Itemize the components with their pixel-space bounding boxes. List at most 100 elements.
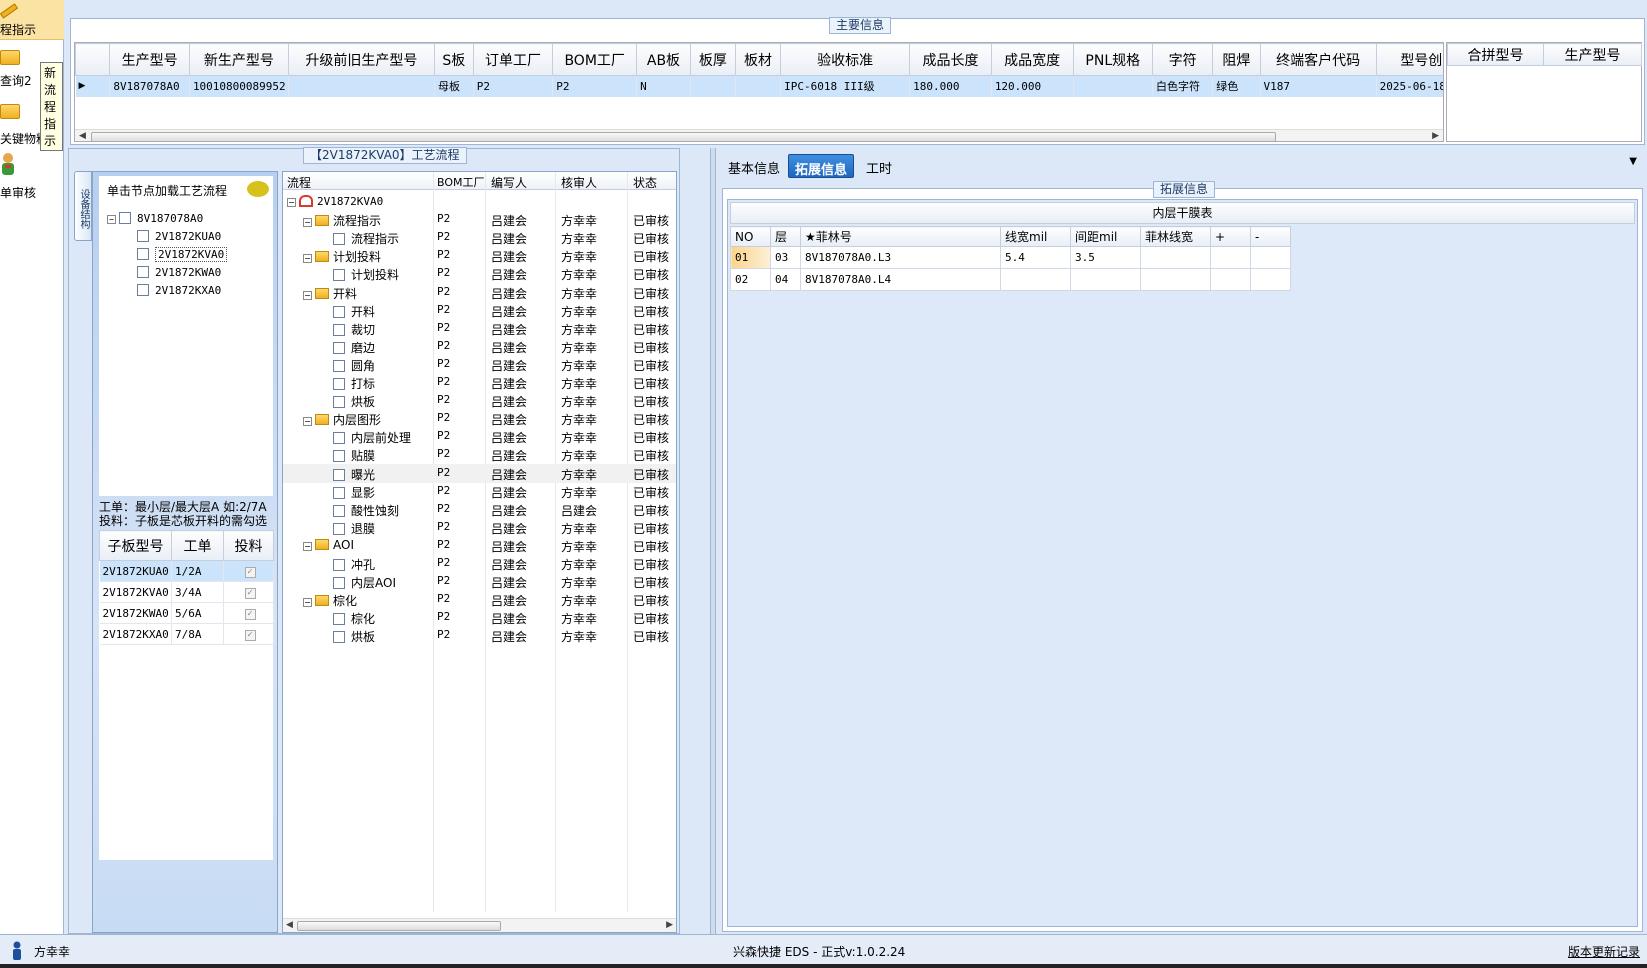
flow-node[interactable]: 显影 bbox=[333, 484, 375, 501]
tab-basic-info[interactable]: 基本信息 bbox=[722, 154, 786, 178]
scroll-thumb[interactable] bbox=[91, 132, 1276, 141]
flow-row[interactable]: − 棕化 P2 吕建会 方幸幸 已审核 bbox=[283, 590, 676, 609]
table-row[interactable]: 2V1872KWA0 5/6A ✓ bbox=[99, 602, 274, 624]
flow-row[interactable]: − AOI P2 吕建会 方幸幸 已审核 bbox=[283, 536, 676, 555]
table-cell[interactable]: 2025-06-18 12:02:18 bbox=[1376, 75, 1443, 97]
table-cell[interactable]: 绿色 bbox=[1212, 75, 1261, 97]
table-cell[interactable]: P2 bbox=[473, 75, 554, 97]
merge-column-header[interactable]: 合拼型号 bbox=[1447, 43, 1544, 66]
process-flow-tree[interactable]: 流程 BOM工厂 编写人 核审人 状态 −2V1872KVA0− 流程指示 P2 吕建… bbox=[282, 171, 677, 933]
flow-node[interactable]: 磨边 bbox=[333, 339, 375, 356]
collapse-icon[interactable]: − bbox=[107, 215, 116, 224]
flow-row[interactable]: 圆角 P2 吕建会 方幸幸 已审核 bbox=[283, 355, 676, 374]
column-header[interactable]: 板厚 bbox=[689, 43, 736, 76]
table-cell[interactable] bbox=[1210, 246, 1251, 269]
flow-row[interactable]: 烘板 P2 吕建会 方幸幸 已审核 bbox=[283, 626, 676, 645]
column-header[interactable]: 终端客户代码 bbox=[1259, 43, 1377, 76]
column-header[interactable]: 板材 bbox=[734, 43, 782, 76]
collapse-icon[interactable]: − bbox=[303, 218, 312, 228]
tree-node-selected[interactable]: 2V1872KVA0 bbox=[137, 247, 228, 262]
column-header[interactable]: 成品宽度 bbox=[990, 43, 1074, 76]
flow-node[interactable]: 流程指示 bbox=[333, 230, 399, 247]
table-cell[interactable]: P2 bbox=[552, 75, 638, 97]
flow-node[interactable]: 贴膜 bbox=[333, 447, 375, 464]
flow-row[interactable]: 曝光 P2 吕建会 方幸幸 已审核 bbox=[283, 463, 676, 483]
column-header[interactable]: 订单工厂 bbox=[472, 43, 554, 76]
flow-column-header[interactable]: 核审人 bbox=[561, 174, 597, 191]
table-cell[interactable] bbox=[1210, 268, 1251, 291]
scroll-left-icon[interactable]: ◀ bbox=[286, 920, 293, 930]
table-cell[interactable]: 10010800089952 bbox=[189, 75, 289, 97]
scroll-right-icon[interactable]: ▶ bbox=[1432, 131, 1439, 141]
column-header[interactable]: 工单 bbox=[171, 530, 224, 561]
table-cell[interactable] bbox=[1140, 246, 1211, 269]
flow-row[interactable]: 计划投料 P2 吕建会 方幸幸 已审核 bbox=[283, 264, 676, 283]
flow-node[interactable]: 棕化 bbox=[333, 610, 375, 627]
table-cell[interactable]: 7/8A bbox=[171, 623, 224, 645]
horizontal-scrollbar[interactable]: ◀ ▶ bbox=[283, 918, 676, 932]
collapse-icon[interactable]: − bbox=[303, 254, 312, 264]
flow-node[interactable]: 裁切 bbox=[333, 321, 375, 338]
table-cell[interactable]: 3/4A bbox=[171, 581, 224, 603]
checkbox-check-icon[interactable]: ✓ bbox=[244, 588, 256, 599]
side-tab[interactable]: 设备结构 bbox=[74, 171, 92, 241]
collapse-icon[interactable]: − bbox=[303, 290, 312, 300]
model-tree[interactable]: − 8V187078A0 2V1872KUA0 2V1872KVA0 2V1872… bbox=[99, 206, 273, 496]
table-cell[interactable]: 2V1872KVA0 bbox=[99, 581, 172, 603]
inner-dry-film-grid[interactable]: NO 层 ★菲林号 线宽mil 间距mil 菲林线宽 + - 01 03 8V187078A0.L… bbox=[730, 226, 1291, 291]
table-row[interactable]: ▶ 8V187078A0 10010800089952 母板 P2 P2 N IPC-6018… bbox=[75, 75, 1443, 97]
table-cell[interactable]: 04 bbox=[770, 268, 801, 291]
table-row[interactable]: 2V1872KVA0 3/4A ✓ bbox=[99, 581, 274, 603]
tree-node[interactable]: 2V1872KXA0 bbox=[137, 284, 221, 297]
flow-row[interactable]: 贴膜 P2 吕建会 方幸幸 已审核 bbox=[283, 445, 676, 464]
tree-node[interactable]: 2V1872KUA0 bbox=[137, 230, 221, 243]
scroll-right-icon[interactable]: ▶ bbox=[666, 920, 673, 930]
flow-node[interactable]: 计划投料 bbox=[333, 266, 399, 283]
flow-node[interactable]: 打标 bbox=[333, 375, 375, 392]
table-row[interactable]: 2V1872KXA0 7/8A ✓ bbox=[99, 623, 274, 645]
flow-node[interactable]: 圆角 bbox=[333, 357, 375, 374]
collapse-icon[interactable]: − bbox=[303, 541, 312, 551]
flow-row[interactable]: 打标 P2 吕建会 方幸幸 已审核 bbox=[283, 373, 676, 392]
column-header[interactable]: 层 bbox=[770, 226, 801, 247]
column-header[interactable]: PNL规格 bbox=[1072, 43, 1154, 76]
flow-column-header[interactable]: 状态 bbox=[633, 174, 657, 191]
column-header[interactable]: 型号创建时 bbox=[1375, 43, 1443, 76]
tree-node[interactable]: 2V1872KWA0 bbox=[137, 266, 221, 279]
flow-node[interactable]: 烘板 bbox=[333, 393, 375, 410]
column-header[interactable]: 生产型号 bbox=[109, 43, 190, 76]
nav-item-process-instruction[interactable]: 程指示 bbox=[0, 0, 64, 40]
table-cell[interactable]: 白色字符 bbox=[1152, 75, 1214, 97]
table-cell[interactable]: IPC-6018 III级 bbox=[780, 75, 911, 97]
flow-node[interactable]: 曝光 bbox=[333, 466, 375, 483]
flow-row[interactable]: 流程指示 P2 吕建会 方幸幸 已审核 bbox=[283, 228, 676, 247]
table-cell[interactable]: N bbox=[636, 75, 691, 97]
flow-node[interactable]: − 2V1872KVA0 bbox=[287, 194, 383, 208]
flow-row[interactable]: − 内层图形 P2 吕建会 方幸幸 已审核 bbox=[283, 409, 676, 428]
table-cell[interactable]: 2V1872KXA0 bbox=[99, 623, 172, 645]
table-cell[interactable]: 2V1872KWA0 bbox=[99, 602, 172, 624]
flow-node[interactable]: 退膜 bbox=[333, 520, 375, 537]
feed-checkbox[interactable]: ✓ bbox=[223, 581, 274, 603]
table-cell[interactable]: 03 bbox=[770, 246, 801, 269]
flow-row[interactable]: 酸性蚀刻 P2 吕建会 吕建会 已审核 bbox=[283, 500, 676, 519]
flow-node[interactable]: − AOI bbox=[303, 538, 354, 552]
flow-row[interactable]: − 开料 P2 吕建会 方幸幸 已审核 bbox=[283, 283, 676, 302]
table-cell[interactable]: 01 bbox=[730, 246, 771, 269]
column-header[interactable]: S板 bbox=[434, 43, 474, 76]
flow-column-header[interactable]: 编写人 bbox=[491, 174, 527, 191]
feed-checkbox[interactable]: ✓ bbox=[223, 602, 274, 624]
flow-node[interactable]: − 计划投料 bbox=[303, 248, 381, 265]
main-info-grid[interactable]: 生产型号 新生产型号 升级前旧生产型号 S板 订单工厂 BOM工厂 AB板 板厚 板材 验收标准成… bbox=[74, 42, 1444, 142]
table-cell[interactable] bbox=[1250, 246, 1291, 269]
table-cell[interactable]: 1/2A bbox=[171, 560, 224, 582]
tab-work-hours[interactable]: 工时 bbox=[860, 154, 898, 178]
table-cell[interactable] bbox=[735, 75, 782, 97]
table-cell[interactable] bbox=[690, 75, 736, 97]
flow-row[interactable]: − 计划投料 P2 吕建会 方幸幸 已审核 bbox=[283, 246, 676, 265]
flow-row[interactable]: 烘板 P2 吕建会 方幸幸 已审核 bbox=[283, 391, 676, 410]
checkbox-check-icon[interactable]: ✓ bbox=[244, 609, 256, 620]
changelog-link[interactable]: 版本更新记录 bbox=[1568, 943, 1640, 960]
column-header[interactable]: NO bbox=[730, 226, 771, 247]
column-header[interactable]: 验收标准 bbox=[780, 43, 911, 76]
